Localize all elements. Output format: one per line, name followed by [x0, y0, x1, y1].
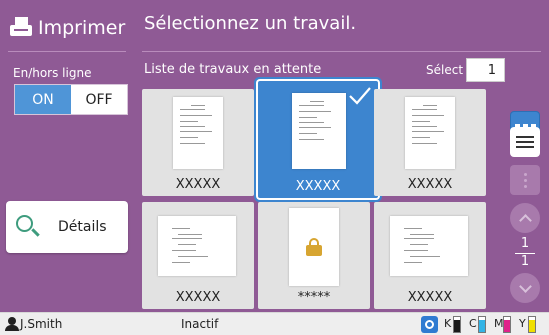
ink-label: C: [469, 317, 477, 330]
status-text: Inactif: [181, 317, 219, 331]
job-tile[interactable]: *****: [258, 202, 370, 309]
divider: [8, 51, 126, 52]
user-name: J.Smith: [20, 317, 63, 331]
list-view-icon: [516, 136, 534, 148]
job-name: XXXXX: [407, 177, 453, 192]
on-button[interactable]: ON: [15, 85, 71, 114]
job-tile[interactable]: XXXXX: [142, 89, 254, 196]
link-icon: [421, 316, 438, 333]
more-options-button[interactable]: [510, 165, 540, 195]
document-thumbnail: [173, 97, 223, 169]
chevron-up-icon: [518, 213, 532, 227]
job-name: XXXXX: [175, 177, 221, 192]
details-label: Détails: [58, 219, 107, 235]
job-name: *****: [297, 290, 331, 305]
document-thumbnail: [158, 216, 236, 276]
document-thumbnail: [390, 216, 468, 276]
document-thumbnail: [289, 208, 339, 286]
off-button[interactable]: OFF: [71, 85, 127, 114]
page-title: Sélectionnez un travail.: [144, 13, 357, 34]
app-title-label: Imprimer: [38, 17, 126, 39]
ink-level-bar: [453, 316, 461, 333]
job-tile[interactable]: XXXXX: [142, 202, 254, 309]
ink-level-bar: [503, 316, 511, 333]
select-label: Sélect: [426, 63, 464, 77]
ink-level-bar: [528, 316, 536, 333]
left-panel: Imprimer En/hors ligne ON OFF Détails: [0, 0, 134, 312]
status-bar: J.Smith Inactif KCMY: [0, 312, 549, 335]
job-tile[interactable]: XXXXX: [258, 81, 378, 198]
scroll-down-button[interactable]: [510, 273, 540, 303]
chevron-down-icon: [518, 279, 532, 293]
user-icon: [5, 317, 19, 331]
job-name: XXXXX: [407, 290, 453, 305]
job-tile[interactable]: XXXXX: [374, 89, 486, 196]
main-panel: Sélectionnez un travail. Liste de travau…: [134, 0, 549, 312]
details-button[interactable]: Détails: [6, 201, 128, 253]
app-title: Imprimer: [8, 13, 125, 43]
divider: [142, 51, 541, 52]
job-tile[interactable]: XXXXX: [374, 202, 486, 309]
ink-label: Y: [519, 317, 526, 330]
checkmark-icon: [349, 87, 371, 105]
job-name: XXXXX: [295, 179, 341, 194]
list-view-button[interactable]: [510, 127, 540, 157]
online-toggle[interactable]: ON OFF: [14, 84, 128, 115]
magnifier-icon: [16, 215, 40, 239]
print-screen: Imprimer En/hors ligne ON OFF Détails Sé…: [0, 0, 549, 335]
lock-icon: [306, 238, 322, 256]
job-list-label: Liste de travaux en attente: [144, 62, 322, 77]
ink-label: K: [444, 317, 452, 330]
page-total: 1: [520, 254, 530, 269]
job-name: XXXXX: [175, 290, 221, 305]
page-current: 1: [520, 236, 530, 251]
ink-level-bar: [478, 316, 486, 333]
select-count: 1: [466, 58, 505, 82]
document-thumbnail: [405, 97, 455, 169]
more-options-icon: [523, 172, 527, 188]
scroll-up-button[interactable]: [510, 203, 540, 233]
online-label: En/hors ligne: [13, 66, 92, 80]
document-thumbnail: [292, 93, 346, 169]
printer-icon: [8, 15, 34, 41]
